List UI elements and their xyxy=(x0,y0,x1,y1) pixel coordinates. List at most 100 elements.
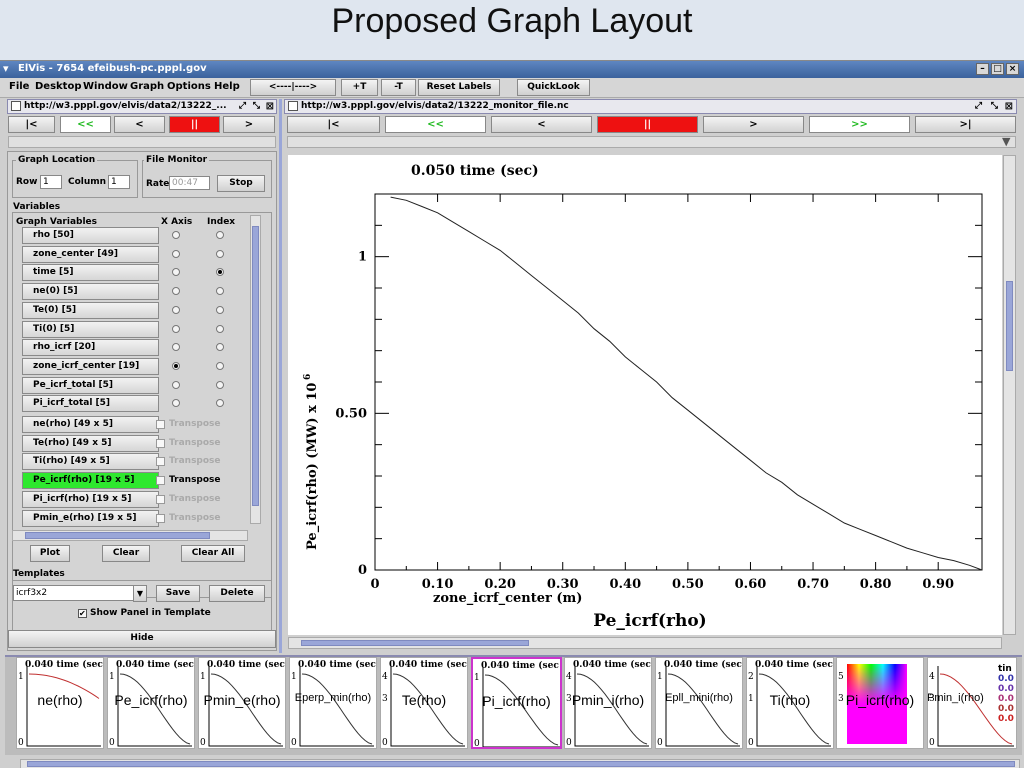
transpose-checkbox[interactable] xyxy=(156,513,165,523)
menu-file[interactable]: File xyxy=(9,81,29,92)
nav-last-button[interactable]: >| xyxy=(915,116,1016,133)
nav-first-button[interactable]: |< xyxy=(287,116,380,133)
thumbnail-plot[interactable]: 0.040 time (sec 1 0 ne(rho) xyxy=(16,657,104,749)
time-range-button[interactable]: <----|----> xyxy=(250,79,336,96)
minus-t-button[interactable]: -T xyxy=(381,79,416,96)
x-axis-radio[interactable] xyxy=(172,380,180,389)
variable-button[interactable]: zone_icrf_center [19] xyxy=(22,357,159,375)
nav-pause-button[interactable]: || xyxy=(169,116,220,133)
clear-all-button[interactable]: Clear All xyxy=(181,545,245,562)
variable-button[interactable]: Pe_icrf_total [5] xyxy=(22,376,159,394)
x-axis-radio[interactable] xyxy=(172,305,180,314)
transpose-checkbox[interactable] xyxy=(156,420,165,429)
transpose-checkbox[interactable] xyxy=(156,457,165,467)
x-axis-radio[interactable] xyxy=(172,249,180,258)
main-plot-area[interactable]: 0 0.10 0.20 0.30 0.40 0.50 0.60 0.70 0.80 0.90 0 0.… xyxy=(288,155,1002,635)
nav-next-button[interactable]: > xyxy=(703,116,804,133)
menu-desktop[interactable]: Desktop xyxy=(35,81,82,92)
window-menu-icon[interactable]: ▾ xyxy=(3,62,9,75)
variables-hscroll-thumb[interactable] xyxy=(25,532,210,539)
index-radio[interactable] xyxy=(216,361,224,370)
variable-button[interactable]: zone_center [49] xyxy=(22,245,159,263)
rate-input[interactable]: 00:47 xyxy=(169,176,210,190)
array-variable-button[interactable]: Pe_icrf(rho) [19 x 5] xyxy=(22,472,159,490)
thumbnail-plot[interactable]: 0.040 time (sec 1 0 Epll_mini(rho) xyxy=(655,657,743,749)
delete-template-button[interactable]: Delete xyxy=(209,585,265,602)
thumbnail-scroll-thumb[interactable] xyxy=(27,761,1015,767)
transpose-checkbox[interactable] xyxy=(156,476,165,486)
variable-button[interactable]: rho [50] xyxy=(22,227,159,244)
maximize-frame-icon[interactable]: ⤡ xyxy=(991,100,998,113)
variable-button[interactable]: time [5] xyxy=(22,264,159,282)
plus-t-button[interactable]: +T xyxy=(341,79,378,96)
maximize-frame-icon[interactable]: ⤡ xyxy=(253,100,260,113)
menu-window[interactable]: Window xyxy=(83,81,128,92)
thumbnail-plot[interactable]: 0.040 time (sec 1 0 Eperp_min(rho) xyxy=(289,657,377,749)
array-variable-button[interactable]: Pi_icrf(rho) [19 x 5] xyxy=(22,490,159,508)
nav-rewind-button[interactable]: << xyxy=(385,116,486,133)
show-panel-checkbox[interactable]: ✔ xyxy=(78,609,87,618)
array-variable-button[interactable]: Ti(rho) [49 x 5] xyxy=(22,453,159,471)
plot-hscroll-thumb[interactable] xyxy=(301,640,529,646)
thumbnail-plot[interactable]: 4 3 0 Pmin_i(rho) tin 0.0 0.0 0.0 0.0 0.0 xyxy=(927,657,1017,749)
variables-scroll-thumb[interactable] xyxy=(252,226,259,506)
transpose-checkbox[interactable] xyxy=(156,494,165,504)
variables-hscrollbar[interactable] xyxy=(12,530,248,541)
left-time-slider[interactable] xyxy=(8,136,276,148)
nav-rewind-button[interactable]: << xyxy=(60,116,111,133)
nav-forward-button[interactable]: >> xyxy=(809,116,910,133)
index-radio[interactable] xyxy=(216,324,224,333)
template-dropdown-icon[interactable]: ▼ xyxy=(133,585,147,602)
variable-button[interactable]: ne(0) [5] xyxy=(22,283,159,301)
minimize-icon[interactable]: – xyxy=(976,63,989,75)
thumbnail-plot[interactable]: 0.040 time (sec 1 0 Pe_icrf(rho) xyxy=(107,657,195,749)
close-frame-icon[interactable]: ⊠ xyxy=(266,100,274,113)
thumbnail-plot[interactable]: 0.040 time (sec 2 1 0 Ti(rho) xyxy=(746,657,834,749)
right-time-slider[interactable]: ▼ xyxy=(287,135,1016,148)
index-radio[interactable] xyxy=(216,305,224,314)
thumbnail-plot[interactable]: 0.040 time (sec 1 0 Pi_icrf(rho) xyxy=(471,657,562,749)
variable-button[interactable]: Pi_icrf_total [5] xyxy=(22,395,159,413)
close-frame-icon[interactable]: ⊠ xyxy=(1005,100,1013,113)
index-radio[interactable] xyxy=(216,231,224,239)
nav-pause-button[interactable]: || xyxy=(597,116,698,133)
plot-vscrollbar[interactable] xyxy=(1003,155,1016,635)
plot-vscroll-thumb[interactable] xyxy=(1006,281,1013,371)
restore-icon[interactable]: ⤢ xyxy=(975,100,982,113)
column-stepper[interactable]: 1 xyxy=(108,175,130,189)
close-icon[interactable]: × xyxy=(1006,63,1019,75)
menu-options[interactable]: Options xyxy=(167,81,211,92)
plot-left-handle[interactable] xyxy=(283,155,288,635)
x-axis-radio[interactable] xyxy=(172,231,180,239)
array-variable-button[interactable]: Pmin_e(rho) [19 x 5] xyxy=(22,509,159,527)
clear-button[interactable]: Clear xyxy=(102,545,150,562)
nav-first-button[interactable]: |< xyxy=(8,116,55,133)
array-variable-button[interactable]: Te(rho) [49 x 5] xyxy=(22,434,159,452)
right-frame-title[interactable]: http://w3.pppl.gov/elvis/data2/13222_mon… xyxy=(284,99,1017,114)
thumbnail-plot[interactable]: 0.040 time (sec 4 3 0 Pmin_i(rho) xyxy=(564,657,652,749)
stop-button[interactable]: Stop xyxy=(217,175,265,192)
thumbnail-plot[interactable]: 0.040 time (sec 1 0 Pmin_e(rho) xyxy=(198,657,286,749)
reset-labels-button[interactable]: Reset Labels xyxy=(418,79,500,96)
plot-hscrollbar[interactable] xyxy=(288,637,1002,649)
nav-prev-button[interactable]: < xyxy=(491,116,592,133)
menu-help[interactable]: Help xyxy=(214,81,240,92)
thumbnail-scrollbar[interactable] xyxy=(20,759,1020,768)
hide-button[interactable]: Hide xyxy=(8,630,276,648)
menu-graph[interactable]: Graph xyxy=(130,81,164,92)
panel-splitter[interactable] xyxy=(279,99,282,653)
variable-button[interactable]: Te(0) [5] xyxy=(22,301,159,319)
quicklook-button[interactable]: QuickLook xyxy=(517,79,590,96)
index-radio[interactable] xyxy=(216,249,224,258)
slider-handle-icon[interactable]: ▼ xyxy=(1002,135,1010,148)
left-frame-title[interactable]: http://w3.pppl.gov/elvis/data2/13222_...… xyxy=(7,99,277,114)
variable-button[interactable]: Ti(0) [5] xyxy=(22,320,159,338)
template-select[interactable]: icrf3x2 xyxy=(13,585,134,601)
index-radio[interactable] xyxy=(216,380,224,389)
thumbnail-plot[interactable]: 5 3 Pi_icrf(rho) xyxy=(836,657,924,749)
x-axis-radio[interactable] xyxy=(172,324,180,333)
plot-button[interactable]: Plot xyxy=(30,545,70,562)
thumbnail-plot[interactable]: 0.040 time (sec 4 3 0 Te(rho) xyxy=(380,657,468,749)
nav-next-button[interactable]: > xyxy=(223,116,275,133)
variables-scrollbar[interactable] xyxy=(250,215,261,524)
